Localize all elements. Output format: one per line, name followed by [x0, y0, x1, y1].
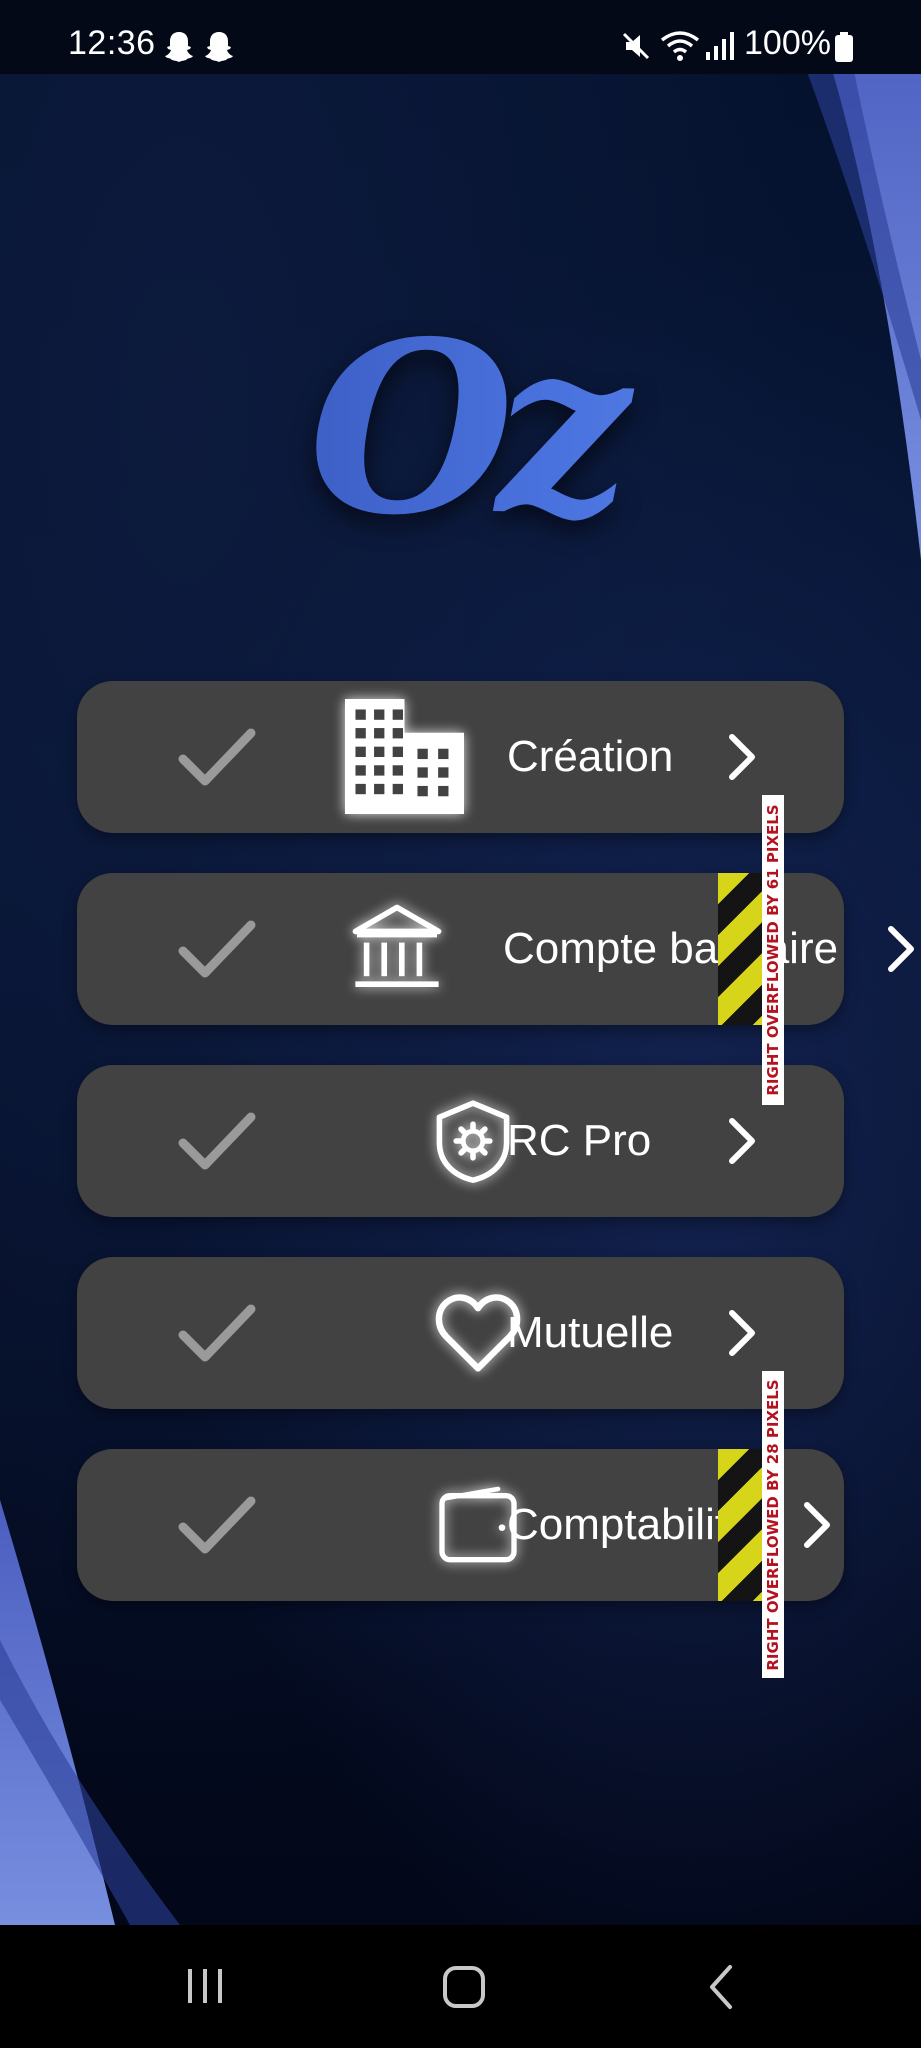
- overflow-warning-stripe: [718, 1449, 762, 1601]
- menu-item-rc-pro[interactable]: RC Pro: [77, 1065, 844, 1217]
- signal-icon: [706, 32, 734, 60]
- chevron-right-icon: [729, 1310, 755, 1356]
- check-icon: [178, 1112, 256, 1170]
- snapchat-icon: [165, 32, 193, 62]
- app-logo: Oz: [0, 310, 921, 546]
- overflow-warning-label: RIGHT OVERFLOWED BY 61 PIXELS: [762, 795, 784, 1105]
- menu-item-label: Comptabilité: [507, 1500, 752, 1549]
- chevron-right-icon: [888, 926, 914, 972]
- shield-icon: [436, 1100, 510, 1183]
- home-icon[interactable]: [442, 1965, 486, 2009]
- check-icon: [178, 1496, 256, 1554]
- menu-item-label: Compte bancaire: [503, 924, 839, 973]
- back-icon[interactable]: [706, 1963, 736, 2011]
- check-icon: [178, 920, 256, 978]
- chevron-right-icon: [804, 1502, 830, 1548]
- navigation-bar: [0, 1925, 921, 2048]
- menu-item-label: Création: [507, 732, 674, 781]
- overflow-warning-stripe: [718, 873, 762, 1025]
- check-icon: [178, 728, 256, 786]
- battery-icon: [835, 32, 853, 62]
- menu-item-label: Mutuelle: [507, 1308, 674, 1357]
- menu-item-label: RC Pro: [507, 1116, 652, 1165]
- mute-icon: [622, 32, 650, 60]
- battery-percentage: 100%: [744, 24, 831, 62]
- chevron-right-icon: [729, 734, 755, 780]
- overflow-warning-label: RIGHT OVERFLOWED BY 28 PIXELS: [762, 1371, 784, 1678]
- wifi-icon: [660, 31, 700, 61]
- check-icon: [178, 1304, 256, 1362]
- menu-item-mutuelle[interactable]: Mutuelle: [77, 1257, 844, 1409]
- snapchat-icon: [205, 32, 233, 62]
- overflow-warning-text: RIGHT OVERFLOWED BY 28 PIXELS: [764, 1378, 782, 1671]
- overflow-warning-text: RIGHT OVERFLOWED BY 61 PIXELS: [764, 804, 782, 1096]
- chevron-right-icon: [729, 1118, 755, 1164]
- status-time: 12:36: [68, 24, 156, 62]
- building-icon: [344, 698, 465, 815]
- menu-item-creation[interactable]: Création: [77, 681, 844, 833]
- bank-icon: [352, 904, 442, 987]
- status-bar: 12:36 100%: [0, 0, 921, 74]
- recent-apps-icon[interactable]: [184, 1965, 226, 2007]
